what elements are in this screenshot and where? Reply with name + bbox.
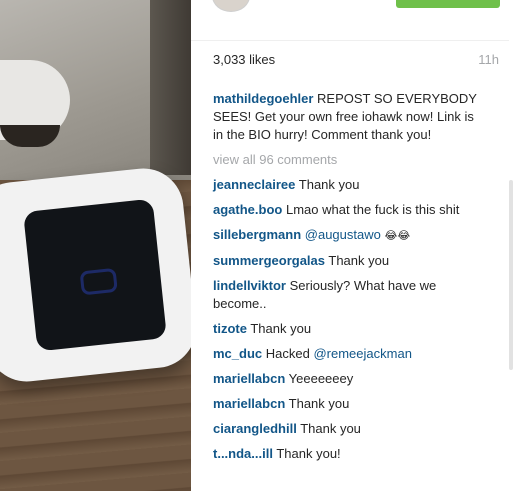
comment-username[interactable]: mariellabcn — [213, 396, 285, 411]
photo-device-screen — [23, 198, 167, 352]
comment-item: jeanneclairee Thank you — [213, 176, 483, 194]
view-all-comments-link[interactable]: view all 96 comments — [213, 151, 483, 169]
scrollbar-thumb[interactable] — [509, 180, 513, 370]
comment-item: lindellviktor Seriously? What have we be… — [213, 277, 483, 313]
comments-list: mathildegoehler REPOST SO EVERYBODY SEES… — [213, 90, 483, 470]
comment-text: Yeeeeeeey — [288, 371, 354, 386]
caption-username[interactable]: mathildegoehler — [213, 91, 313, 106]
comment-username[interactable]: tizote — [213, 321, 247, 336]
comments-scrollbar[interactable] — [509, 40, 513, 491]
comment-text: Lmao what the fuck is this shit — [285, 202, 460, 217]
comment-username[interactable]: mc_duc — [213, 346, 262, 361]
comment-item: agathe.boo Lmao what the fuck is this sh… — [213, 201, 483, 219]
comment-username[interactable]: jeanneclairee — [213, 177, 295, 192]
comment-text: Thank you — [250, 321, 312, 336]
comment-text: Thank you — [328, 253, 390, 268]
comment-text: Thank you! — [276, 446, 341, 461]
comment-mention[interactable]: @augustawo — [305, 227, 381, 242]
comment-item: t...nda...ill Thank you! — [213, 445, 483, 463]
comment-username[interactable]: ciarangledhill — [213, 421, 297, 436]
post-time: 11h — [478, 52, 499, 67]
comment-item: tizote Thank you — [213, 320, 483, 338]
follow-button[interactable] — [396, 0, 500, 8]
comment-username[interactable]: t...nda...ill — [213, 446, 273, 461]
comment-text: Thank you — [298, 177, 360, 192]
post-caption: mathildegoehler REPOST SO EVERYBODY SEES… — [213, 90, 483, 144]
comment-username[interactable]: summergeorgalas — [213, 253, 325, 268]
post-photo[interactable] — [0, 0, 191, 491]
comment-username[interactable]: sillebergmann — [213, 227, 301, 242]
comment-username[interactable]: agathe.boo — [213, 202, 282, 217]
comment-mention[interactable]: @remeejackman — [313, 346, 411, 361]
comment-text: Hacked — [265, 346, 310, 361]
comment-item: ciarangledhill Thank you — [213, 420, 483, 438]
comment-item: sillebergmann @augustawo 😂😂 — [213, 226, 483, 245]
comment-item: mc_duc Hacked @remeejackman — [213, 345, 483, 363]
comment-item: summergeorgalas Thank you — [213, 252, 483, 270]
header-divider — [191, 40, 513, 41]
photo-box-edge — [150, 0, 191, 175]
comment-username[interactable]: mariellabcn — [213, 371, 285, 386]
author-avatar[interactable] — [212, 0, 250, 12]
comment-item: mariellabcn Yeeeeeeey — [213, 370, 483, 388]
comment-username[interactable]: lindellviktor — [213, 278, 286, 293]
comment-text: 😂😂 — [384, 229, 411, 242]
comment-text: Thank you — [288, 396, 350, 411]
comment-text: Thank you — [300, 421, 361, 436]
comment-item: mariellabcn Thank you — [213, 395, 483, 413]
likes-count[interactable]: 3,033 likes — [213, 52, 275, 67]
